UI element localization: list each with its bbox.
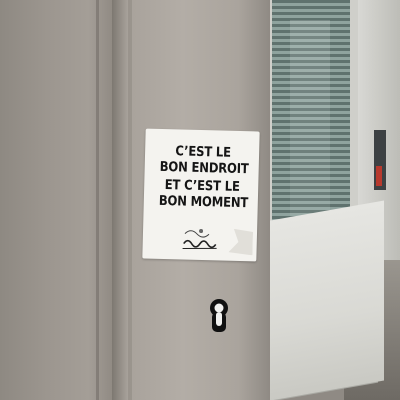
sticker-tear [228,229,253,256]
window-sill [262,200,384,400]
sticker-signature-logo [180,225,221,254]
distant-red-sign [376,166,382,186]
street-scene: C’EST LE BON ENDROIT ET C’EST LE BON MOM… [0,0,400,400]
wall-crack [96,0,99,400]
sticker-text: C’EST LE BON ENDROIT ET C’EST LE BON MOM… [158,143,249,212]
pillar-edge [128,0,132,400]
keyhole-sticker-icon [208,298,230,334]
stone-wall [0,0,118,400]
sticker-line-4: BON MOMENT [158,192,249,212]
sticker: C’EST LE BON ENDROIT ET C’EST LE BON MOM… [142,128,260,262]
sticker-line-2: BON ENDROIT [159,158,249,178]
